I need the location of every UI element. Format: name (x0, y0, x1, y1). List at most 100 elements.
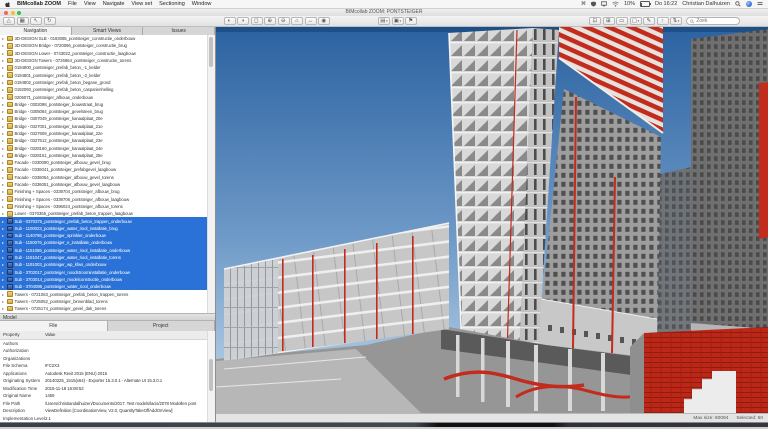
panel-tab[interactable]: Navigation (0, 27, 72, 35)
section-grid-tool-button[interactable]: ▦ (16, 17, 29, 25)
menu-clock[interactable]: Do 16:22 (655, 1, 677, 7)
minimize-window-button[interactable] (10, 10, 15, 15)
disclosure-triangle-icon[interactable]: ▸ (2, 102, 7, 107)
tree-row[interactable]: ▸ Sub - 3704088_pontsteiger_water_riool_… (0, 283, 215, 291)
disclosure-triangle-icon[interactable]: ▸ (2, 146, 7, 151)
properties-scrollbar[interactable] (207, 331, 215, 422)
tree-row[interactable]: ▸ Sub - 1151086_pontsteiger_water_riool_… (0, 246, 215, 254)
disclosure-triangle-icon[interactable]: ▸ (2, 262, 7, 267)
select-tool-button[interactable]: ↖ (30, 17, 42, 25)
disclosure-triangle-icon[interactable]: ▸ (2, 240, 7, 245)
disclosure-triangle-icon[interactable]: ▸ (2, 65, 7, 70)
menu-item[interactable]: Navigate (103, 1, 125, 7)
disclosure-triangle-icon[interactable]: ▸ (2, 36, 7, 41)
clipping-plane-button[interactable]: ▤ ▾ (378, 17, 390, 25)
tree-row[interactable]: ▸ Towers - 0721063_pontsteiger_prefab_be… (0, 290, 215, 297)
tree-row[interactable]: ▸ Towers - 0725062_pontsteiger_binnenbla… (0, 298, 215, 305)
disclosure-triangle-icon[interactable]: ▸ (2, 131, 7, 136)
flag-button[interactable]: ⚑ (405, 17, 417, 25)
tree-row[interactable]: ▸ 3D-DESIGN SLB - 0193085_pontsteiger_co… (0, 35, 215, 42)
menu-item[interactable]: View set (131, 1, 152, 7)
model-tab[interactable]: File (0, 321, 108, 331)
ghost-view-button[interactable]: ◑ (237, 17, 249, 25)
tree-row[interactable]: ▸ Sub - 1100023_pontsteiger_water_riool_… (0, 224, 215, 233)
disclosure-triangle-icon[interactable]: ▸ (2, 299, 7, 304)
orbit-tool-button[interactable]: ↻ (43, 17, 56, 25)
menu-item[interactable]: View (84, 1, 96, 7)
disclosure-triangle-icon[interactable]: ▸ (2, 80, 7, 85)
model-section-header[interactable]: Model (0, 313, 215, 321)
panel-tab[interactable]: Smart Views (71, 27, 144, 35)
shaded-view-button[interactable]: ◐ (223, 17, 236, 25)
disclosure-triangle-icon[interactable]: ▸ (2, 58, 7, 63)
tree-row[interactable]: ▸ Bridge - 0327001_pontsteiger_kanaalpla… (0, 123, 215, 130)
tree-row[interactable]: ▸ 0194801_pontsteiger_prefab_beton_-2_ke… (0, 71, 215, 78)
wifi-icon[interactable] (612, 1, 619, 7)
disclosure-triangle-icon[interactable]: ▸ (2, 138, 7, 143)
disclosure-triangle-icon[interactable]: ▸ (2, 153, 7, 158)
disclosure-triangle-icon[interactable]: ▸ (2, 160, 7, 165)
disclosure-triangle-icon[interactable]: ▸ (2, 255, 7, 260)
disclosure-triangle-icon[interactable]: ▸ (2, 211, 7, 216)
tree-row[interactable]: ▸ Sub - 1191003_pontsteiger_wp_kfws_onde… (0, 261, 215, 269)
tree-row[interactable]: ▸ Finishing + Spaces - 0396024_pontsteig… (0, 203, 215, 210)
notification-center-icon[interactable] (757, 1, 763, 7)
disclosure-triangle-icon[interactable]: ▸ (2, 109, 7, 114)
tree-row[interactable]: ▸ 3D-DESIGN Towers - 0726864_pontsteiger… (0, 57, 215, 64)
tree-row[interactable]: ▸ Finishing + Spaces - 0339706_pontsteig… (0, 196, 215, 203)
disclosure-triangle-icon[interactable]: ▸ (2, 226, 7, 231)
look-around-button[interactable]: ◉ (318, 17, 330, 25)
zoom-in-button[interactable]: ⊕ (264, 17, 276, 25)
tree-row[interactable]: ▸ Sub - 0370375_pontsteiger_prefab_beton… (0, 217, 215, 225)
menu-item[interactable]: File (68, 1, 77, 7)
tree-row[interactable]: ▸ 0194800_pontsteiger_prefab_beton_-1_ke… (0, 64, 215, 71)
disclosure-triangle-icon[interactable]: ▸ (2, 270, 7, 275)
pan-button[interactable]: ↔ (304, 17, 317, 25)
tree-row[interactable]: ▸ Sub - 1150076_pontsteiger_e_installati… (0, 239, 215, 247)
tree-row[interactable]: ▸ Bridge - 0328160_pontsteiger_kanaalpla… (0, 144, 215, 151)
disclosure-triangle-icon[interactable]: ▸ (2, 277, 7, 282)
menu-user-name[interactable]: Christian Dalhuizen (682, 1, 730, 7)
search-input[interactable] (696, 18, 736, 24)
toolbar-search-field[interactable] (686, 17, 740, 25)
menu-app-name[interactable]: BIMcollab ZOOM (17, 1, 61, 7)
display-icon[interactable] (600, 1, 607, 7)
clipping-box-button[interactable]: ▣ ▾ (391, 17, 404, 25)
measure-tool-button[interactable]: △ (3, 17, 15, 25)
disclosure-triangle-icon[interactable]: ▸ (2, 51, 7, 56)
hidden-line-view-button[interactable]: ◻ (250, 17, 263, 25)
disclosure-triangle-icon[interactable]: ▸ (2, 248, 7, 253)
tree-row[interactable]: ▸ Bridge - 0327609_pontsteiger_kanaalpla… (0, 130, 215, 137)
home-view-button[interactable]: ⌂ (291, 17, 303, 25)
tree-row[interactable]: ▸ Bridge - 0302098_pontsteiger_bouwstraa… (0, 101, 215, 108)
tree-row[interactable]: ▸ Sub - 1151047_pontsteiger_water_riool_… (0, 253, 215, 262)
tree-row[interactable]: ▸ Bridge - 0305084_pontsteiger_gevelstee… (0, 108, 215, 115)
disclosure-triangle-icon[interactable]: ▸ (2, 175, 7, 180)
tree-row[interactable]: ▸ Sub - 3703014_pontsteiger_modelconstru… (0, 275, 215, 284)
tree-row[interactable]: ▸ Bridge - 0327612_pontsteiger_kanaalpla… (0, 137, 215, 144)
disclosure-triangle-icon[interactable]: ▸ (2, 73, 7, 78)
properties-scrollbar-thumb[interactable] (209, 359, 213, 391)
apple-logo-icon[interactable] (5, 1, 10, 7)
zoom-window-button[interactable] (17, 10, 21, 15)
tree-row[interactable]: ▸ Lower - 0370365_pontsteiger_prefab_bet… (0, 210, 215, 217)
zoom-out-button[interactable]: ⊖ (277, 17, 290, 25)
pin-button[interactable]: ↑ (656, 17, 669, 25)
disclosure-triangle-icon[interactable]: ▸ (2, 204, 7, 209)
tree-scrollbar[interactable] (207, 35, 215, 313)
tree-row[interactable]: ▸ Sub - 3702017_pontsteiger_noodstroomin… (0, 268, 215, 276)
tree-row[interactable]: ▸ Sub - 1140798_pontsteiger_sprinkler_on… (0, 232, 215, 240)
disclosure-triangle-icon[interactable]: ▸ (2, 124, 7, 129)
panel-tab[interactable]: Issues (143, 27, 216, 35)
tree-row[interactable]: ▸ 0192093_pontsteiger_prefab_beton_caspa… (0, 86, 215, 93)
tree-row[interactable]: ▸ Bridge - 0328161_pontsteiger_kanaalpla… (0, 152, 215, 159)
disclosure-triangle-icon[interactable]: ▸ (2, 197, 7, 202)
disclosure-triangle-icon[interactable]: ▸ (2, 167, 7, 172)
zoom-fit-button[interactable]: ⊡ (589, 17, 601, 25)
3d-viewport[interactable]: Max size: 60094 Selected: 50 (215, 27, 768, 422)
tree-row[interactable]: ▸ Towers - 0725174_pontsteiger_gevel_dak… (0, 305, 215, 312)
tree-row[interactable]: ▸ Facade - 0336064_pontsteiger_afbouw_ge… (0, 174, 215, 181)
model-tab[interactable]: Project (107, 321, 215, 331)
edit-button[interactable]: ✎ (643, 17, 655, 25)
disclosure-triangle-icon[interactable]: ▸ (2, 284, 7, 289)
